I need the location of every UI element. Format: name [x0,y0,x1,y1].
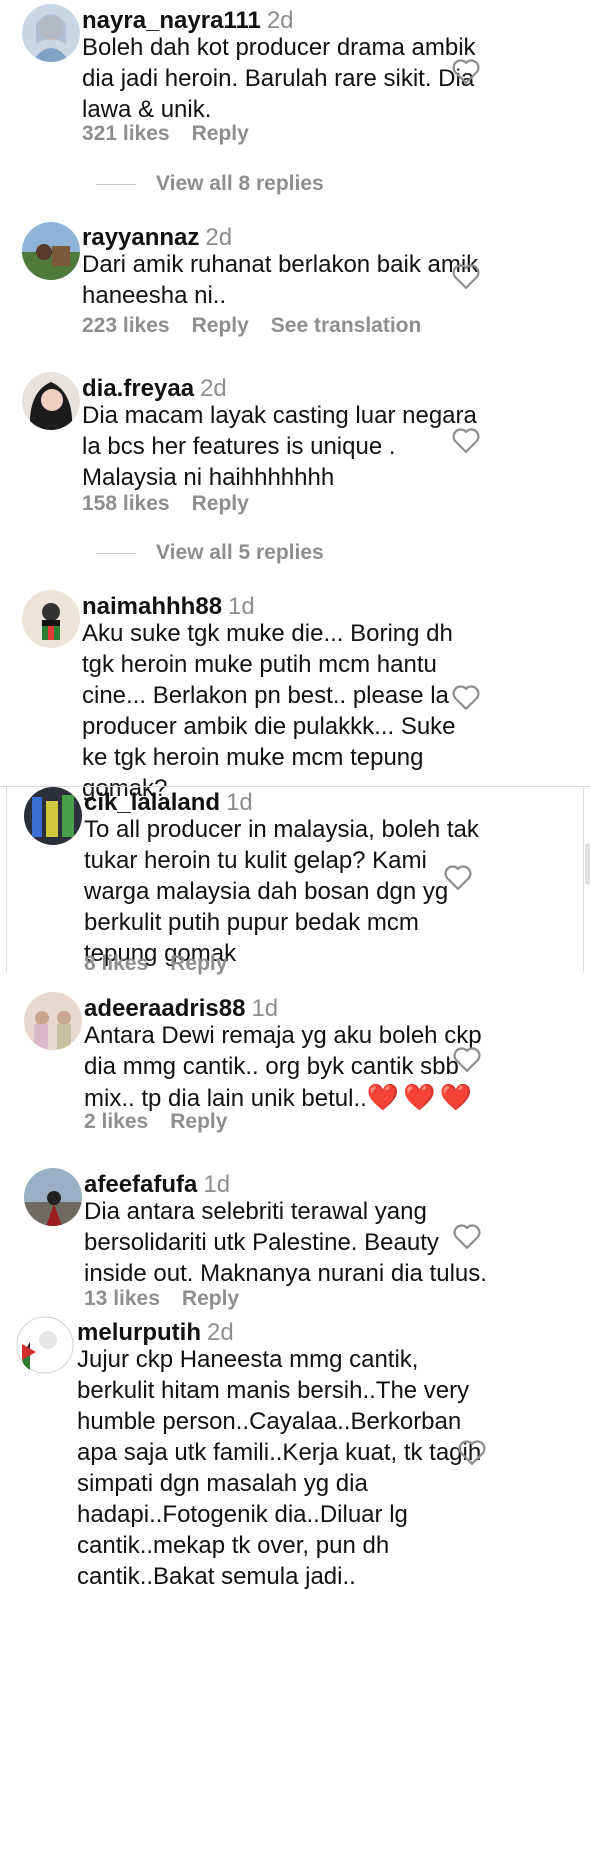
comment-time: 2d [205,224,233,251]
comment-time: 1d [251,995,279,1022]
avatar[interactable] [22,4,80,62]
heart-outline-icon[interactable] [451,57,481,85]
reply-button[interactable]: Reply [192,122,249,145]
see-translation-button[interactable]: See translation [271,314,422,337]
reply-button[interactable]: Reply [192,314,249,337]
comment-text: Boleh dah kot producer drama ambik dia j… [82,34,476,123]
comment-username[interactable]: melurputih [77,1319,201,1346]
heart-outline-icon[interactable] [451,683,481,711]
comment-text: Dia macam layak casting luar negara la b… [82,402,477,491]
reply-button[interactable]: Reply [170,1110,227,1133]
comment-text: Aku suke tgk muke die... Boring dh tgk h… [82,620,456,802]
divider [0,786,590,787]
view-replies-label: View all 5 replies [156,541,324,564]
reply-button[interactable]: Reply [170,952,227,975]
comment-text: Jujur ckp Haneesta mmg cantik, berkulit … [77,1346,482,1590]
replies-divider [96,183,136,185]
view-replies-button[interactable]: View all 8 replies [96,172,324,196]
divider [583,786,584,972]
avatar[interactable] [24,787,82,845]
comment-time: 2d [266,7,294,34]
likes-count[interactable]: 223 likes [82,314,170,337]
heart-outline-icon[interactable] [451,262,481,290]
comment-username[interactable]: adeeraadris88 [84,995,245,1022]
comment-text: Antara Dewi remaja yg aku boleh ckp dia … [84,1020,504,1114]
divider [6,786,7,972]
comment-text: Dari amik ruhanat berlakon baik amik han… [82,251,479,309]
comment-time: 2d [207,1319,234,1346]
replies-divider [96,552,136,554]
view-replies-label: View all 8 replies [156,172,324,195]
likes-count[interactable]: 321 likes [82,122,170,145]
heart-outline-icon[interactable] [452,1222,482,1250]
comment-username[interactable]: dia.freyaa [82,375,194,402]
avatar[interactable] [24,1168,82,1226]
comment-username[interactable]: cik_lalaland [84,789,220,816]
heart-outline-icon[interactable] [451,426,481,454]
likes-count[interactable]: 2 likes [84,1110,148,1133]
avatar[interactable] [22,590,80,648]
comment-time: 1d [228,593,255,620]
reply-button[interactable]: Reply [192,492,249,515]
comment-time: 1d [226,789,253,816]
likes-count[interactable]: 13 likes [84,1287,160,1310]
comment-username[interactable]: naimahhh88 [82,593,222,620]
avatar[interactable] [24,992,82,1050]
heart-outline-icon[interactable] [457,1438,487,1466]
comment-time: 1d [203,1171,231,1198]
avatar[interactable] [22,372,80,430]
reply-button[interactable]: Reply [182,1287,239,1310]
comment-username[interactable]: nayra_nayra111 [82,7,261,34]
avatar[interactable] [16,1316,74,1374]
heart-outline-icon[interactable] [452,1045,482,1073]
comment-time: 2d [200,375,227,402]
comment-username[interactable]: afeefafufa [84,1171,197,1198]
avatar[interactable] [22,222,80,280]
likes-count[interactable]: 158 likes [82,492,170,515]
comment-text: To all producer in malaysia, boleh tak t… [84,816,479,967]
heart-outline-icon[interactable] [443,863,473,891]
likes-count[interactable]: 8 likes [84,952,148,975]
comment-username[interactable]: rayyannaz [82,224,199,251]
heart-emoji: ❤️❤️❤️ [366,1082,476,1112]
view-replies-button[interactable]: View all 5 replies [96,541,324,565]
scrollbar-thumb[interactable] [585,843,590,885]
